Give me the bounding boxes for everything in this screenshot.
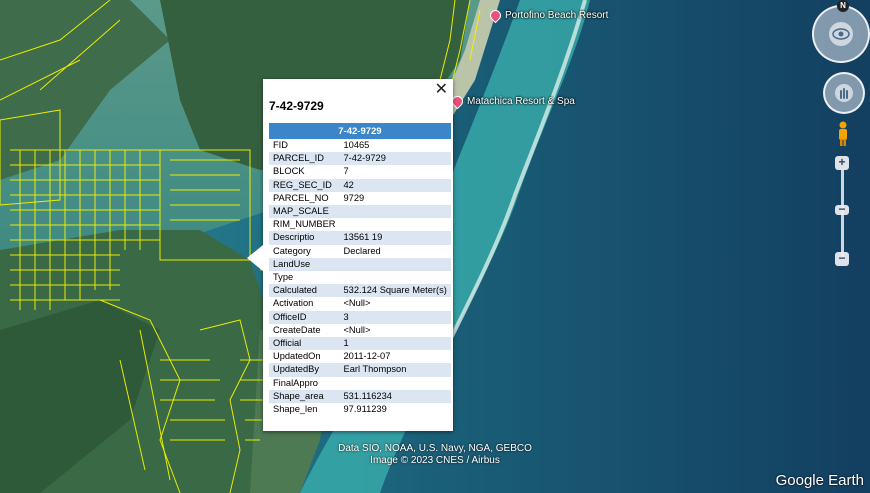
attribute-value: 2011-12-07 bbox=[343, 351, 391, 362]
attribute-key: Official bbox=[269, 337, 340, 351]
attribute-key: LandUse bbox=[269, 257, 340, 272]
attribute-value: <Null> bbox=[343, 298, 371, 309]
attribute-row: Category Declared bbox=[269, 245, 451, 258]
attribute-row: UpdatedBy Earl Thompson bbox=[269, 363, 451, 377]
attribute-value: 531.116234 bbox=[339, 389, 451, 404]
attribute-value: 3 bbox=[339, 310, 451, 324]
attribute-value: 7 bbox=[343, 166, 349, 177]
attribute-row: Type bbox=[269, 271, 451, 284]
north-indicator[interactable]: N bbox=[837, 0, 849, 12]
eye-icon bbox=[832, 28, 850, 40]
attribute-value bbox=[339, 257, 451, 272]
attribute-row: Calculated 532.124 Square Meter(s) bbox=[269, 284, 451, 298]
hand-icon bbox=[835, 84, 853, 102]
attribute-key: FinalAppro bbox=[273, 377, 318, 388]
attribute-row: UpdatedOn 2011-12-07 bbox=[269, 350, 451, 363]
attribute-row: FID 10465 bbox=[269, 139, 451, 152]
attribute-key: FID bbox=[273, 140, 288, 150]
zoom-out-button[interactable]: − bbox=[835, 252, 849, 266]
attribute-row: FinalAppro bbox=[269, 377, 451, 390]
compass-control[interactable] bbox=[812, 5, 870, 63]
attribute-key: RIM_NUMBER bbox=[273, 219, 336, 230]
attribute-key: CreateDate bbox=[273, 324, 321, 335]
google-earth-logo: Google Earth bbox=[775, 472, 864, 489]
attribute-key: Category bbox=[273, 245, 311, 256]
zoom-slider-handle[interactable]: − bbox=[835, 203, 849, 215]
attribute-key: Shape_area bbox=[269, 389, 340, 404]
attribute-key: UpdatedOn bbox=[273, 351, 321, 362]
attribute-value bbox=[340, 218, 451, 231]
attribute-key: REG_SEC_ID bbox=[269, 178, 340, 192]
attribute-value bbox=[340, 271, 451, 284]
attribute-key: Shape_len bbox=[273, 404, 318, 415]
poi-matachica[interactable]: Matachica Resort & Spa bbox=[449, 93, 575, 110]
attribute-value bbox=[339, 205, 451, 219]
attribute-value: Earl Thompson bbox=[339, 363, 451, 377]
attribute-row: PARCEL_ID 7-42-9729 bbox=[269, 152, 451, 166]
look-joystick[interactable] bbox=[829, 22, 853, 46]
attribute-table-header: 7-42-9729 bbox=[269, 123, 451, 139]
attribute-row: OfficeID 3 bbox=[269, 310, 451, 324]
attribute-value: 532.124 Square Meter(s) bbox=[339, 284, 451, 298]
attribute-row: Shape_area 531.116234 bbox=[269, 389, 451, 404]
attribute-value: 9729 bbox=[343, 192, 365, 203]
attribute-row: RIM_NUMBER bbox=[269, 218, 451, 231]
attribute-row: REG_SEC_ID 42 bbox=[269, 178, 451, 192]
parcel-info-popup: 7-42-9729 ✕ 7-42-9729 FID 10465 PARCEL_ID 7… bbox=[247, 79, 453, 431]
attribute-key: BLOCK bbox=[273, 166, 305, 177]
attribute-row: Descriptio 13561 19 bbox=[269, 231, 451, 245]
attribute-key: Descriptio bbox=[269, 231, 340, 245]
attribute-value: 13561 19 bbox=[339, 231, 451, 245]
attribute-table: 7-42-9729 FID 10465 PARCEL_ID 7-42-9729 BLOC… bbox=[269, 123, 451, 416]
attribute-row: LandUse bbox=[269, 257, 451, 272]
poi-label: Matachica Resort & Spa bbox=[467, 96, 575, 107]
attribute-value: 10465 bbox=[343, 140, 370, 150]
close-icon[interactable]: ✕ bbox=[435, 81, 448, 99]
attribute-key: UpdatedBy bbox=[269, 363, 340, 377]
move-control[interactable] bbox=[823, 72, 865, 114]
attribute-row: PARCEL_NO 9729 bbox=[269, 192, 451, 205]
attribute-key: Calculated bbox=[269, 284, 340, 298]
attribute-value: 7-42-9729 bbox=[339, 152, 451, 166]
attribute-key: PARCEL_NO bbox=[273, 192, 329, 203]
popup-title: 7-42-9729 bbox=[269, 99, 324, 113]
map-pin-icon bbox=[487, 7, 504, 24]
attribute-value: 97.911239 bbox=[343, 404, 387, 415]
poi-label: Portofino Beach Resort bbox=[505, 10, 609, 21]
attribute-row: BLOCK 7 bbox=[269, 165, 451, 178]
attribute-key: OfficeID bbox=[269, 310, 340, 324]
attribute-row: MAP_SCALE bbox=[269, 205, 451, 219]
attribute-key: Type bbox=[273, 272, 294, 283]
attribute-row: Activation <Null> bbox=[269, 297, 451, 310]
attribute-row: CreateDate <Null> bbox=[269, 324, 451, 337]
attribute-value: Declared bbox=[343, 245, 381, 256]
attribute-value: 42 bbox=[339, 178, 451, 192]
attribute-key: PARCEL_ID bbox=[269, 152, 340, 166]
attribute-row: Official 1 bbox=[269, 337, 451, 351]
attribution-data: Data SIO, NOAA, U.S. Navy, NGA, GEBCO bbox=[338, 443, 532, 454]
attribute-key: Activation bbox=[273, 298, 314, 309]
attribution-imagery: Image © 2023 CNES / Airbus bbox=[370, 455, 500, 466]
attribute-value: <Null> bbox=[343, 324, 371, 335]
poi-portofino[interactable]: Portofino Beach Resort bbox=[487, 7, 609, 24]
street-view-pegman-icon[interactable] bbox=[836, 121, 850, 147]
attribute-row: Shape_len 97.911239 bbox=[269, 403, 451, 416]
attribute-key: MAP_SCALE bbox=[269, 205, 340, 219]
attribute-value: 1 bbox=[339, 337, 451, 351]
attribute-value bbox=[340, 377, 451, 390]
